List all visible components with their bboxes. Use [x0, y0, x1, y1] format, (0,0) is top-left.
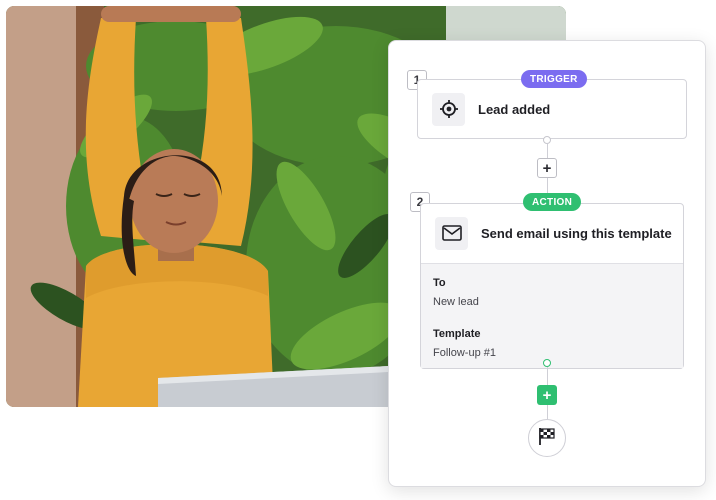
- connector-line: [547, 405, 548, 419]
- field-value-template: Follow-up #1: [433, 347, 496, 359]
- connector-dot: [543, 136, 551, 144]
- trigger-title: Lead added: [478, 101, 551, 117]
- connector-line: [547, 367, 548, 385]
- target-icon: [432, 92, 465, 126]
- action-details: To New lead Template Follow-up #1: [421, 263, 683, 368]
- trigger-badge: TRIGGER: [521, 70, 587, 88]
- field-label-to: To: [433, 277, 446, 289]
- connector-dot: [543, 359, 551, 367]
- action-step-box[interactable]: Send email using this template To New le…: [420, 203, 684, 369]
- action-badge: ACTION: [523, 193, 582, 211]
- checkered-flag-icon: [537, 426, 557, 451]
- action-title: Send email using this template: [481, 225, 672, 241]
- field-value-to: New lead: [433, 296, 479, 308]
- add-step-button[interactable]: +: [537, 158, 557, 178]
- connector-line: [547, 178, 548, 194]
- trigger-step-box[interactable]: Lead added: [417, 79, 687, 139]
- add-step-button-green[interactable]: +: [537, 385, 557, 405]
- mail-icon: [435, 216, 468, 250]
- field-label-template: Template: [433, 328, 481, 340]
- connector-line: [547, 144, 548, 158]
- finish-node[interactable]: [528, 419, 566, 457]
- workflow-card: 1 Lead added TRIGGER + 2: [388, 40, 706, 487]
